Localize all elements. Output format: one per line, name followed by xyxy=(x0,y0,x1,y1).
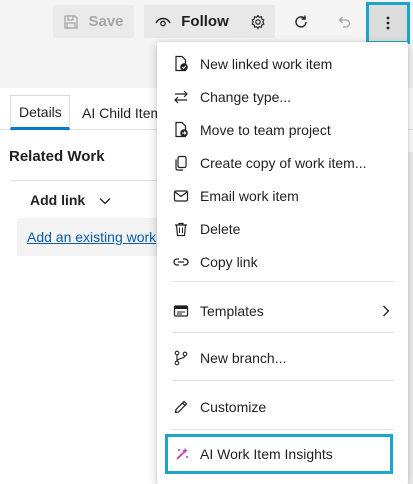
chevron-right-icon xyxy=(383,305,390,316)
follow-button[interactable]: Follow xyxy=(144,5,240,38)
menu-item-templates[interactable]: Templates xyxy=(157,294,408,327)
link-icon xyxy=(172,253,189,270)
add-link-label: Add link xyxy=(30,192,86,208)
menu-item-label: AI Work Item Insights xyxy=(200,446,333,462)
menu-item-label: New linked work item xyxy=(200,55,333,72)
section-divider xyxy=(10,180,160,181)
toolbar: Save Follow xyxy=(0,0,413,48)
save-icon xyxy=(63,14,79,30)
arrows-swap-icon xyxy=(172,88,189,105)
template-icon xyxy=(172,302,189,319)
undo-button[interactable] xyxy=(326,5,361,38)
trash-icon xyxy=(172,220,189,237)
save-button[interactable]: Save xyxy=(53,5,134,38)
eye-icon xyxy=(155,16,171,28)
more-vertical-icon xyxy=(385,15,391,31)
menu-item-ai-work-item-insights[interactable]: AI Work Item Insights xyxy=(165,434,393,474)
menu-item-label: New branch... xyxy=(200,349,287,366)
menu-item-email-work-item[interactable]: Email work item xyxy=(157,179,408,212)
refresh-icon xyxy=(293,14,309,30)
menu-item-copy-link[interactable]: Copy link xyxy=(157,245,408,278)
menu-item-label: Customize xyxy=(200,398,267,415)
refresh-button[interactable] xyxy=(283,5,318,38)
menu-item-move-to-team-project[interactable]: Move to team project xyxy=(157,113,408,146)
add-existing-work-link[interactable]: Add an existing work xyxy=(27,229,160,245)
menu-item-label: Move to team project xyxy=(200,121,331,138)
page-scroll-edge xyxy=(408,152,413,484)
menu-item-new-linked-work-item[interactable]: New linked work item xyxy=(157,47,408,80)
menu-item-change-type[interactable]: Change type... xyxy=(157,80,408,113)
menu-item-label: Create copy of work item... xyxy=(200,154,367,171)
move-document-icon xyxy=(172,121,189,138)
menu-divider xyxy=(172,281,394,282)
more-actions-button[interactable] xyxy=(366,2,410,44)
menu-item-label: Change type... xyxy=(200,88,292,105)
menu-item-new-branch[interactable]: New branch... xyxy=(157,341,408,374)
menu-divider xyxy=(172,429,394,430)
menu-item-label: Templates xyxy=(200,302,264,319)
menu-item-customize[interactable]: Customize xyxy=(157,390,408,423)
follow-label: Follow xyxy=(181,13,229,30)
more-actions-menu: New linked work item Change type... Move… xyxy=(157,42,408,484)
add-link-button[interactable]: Add link xyxy=(30,192,111,208)
save-label: Save xyxy=(88,13,124,30)
related-work-title: Related Work xyxy=(9,148,105,165)
tab-details[interactable]: Details xyxy=(10,95,70,130)
gear-icon xyxy=(250,14,266,30)
menu-item-create-copy[interactable]: Create copy of work item... xyxy=(157,146,408,179)
menu-item-label: Copy link xyxy=(200,253,258,270)
pencil-icon xyxy=(172,398,189,415)
mail-icon xyxy=(172,187,189,204)
follow-settings-button[interactable] xyxy=(240,5,275,38)
menu-item-delete[interactable]: Delete xyxy=(157,212,408,245)
chevron-down-icon xyxy=(99,192,111,208)
menu-item-label: Email work item xyxy=(200,187,299,204)
copy-icon xyxy=(172,154,189,171)
menu-divider xyxy=(172,380,394,381)
branch-icon xyxy=(172,349,189,366)
menu-divider xyxy=(172,332,394,333)
ai-sparkle-icon xyxy=(173,446,190,463)
menu-item-label: Delete xyxy=(200,220,241,237)
new-linked-item-icon xyxy=(172,55,189,72)
undo-icon xyxy=(336,14,352,30)
